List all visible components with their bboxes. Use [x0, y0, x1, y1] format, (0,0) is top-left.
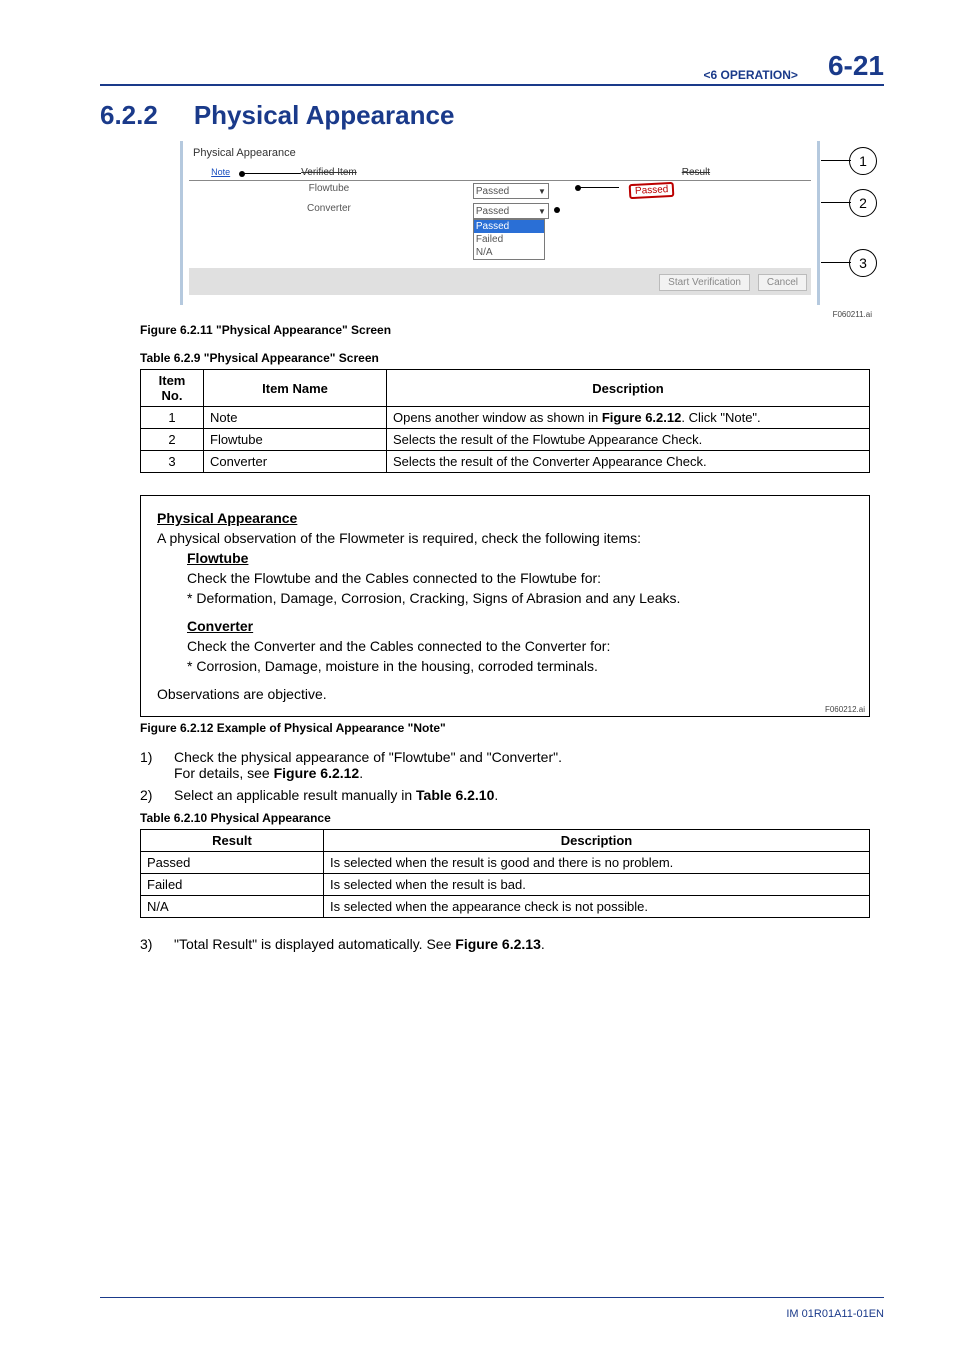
text: . [541, 936, 545, 952]
note-conv-line1: Check the Converter and the Cables conne… [187, 638, 853, 654]
section-number: 6.2.2 [100, 100, 158, 131]
flowtube-result-combo[interactable]: Passed ▼ [473, 183, 549, 199]
cell: Converter [204, 451, 387, 473]
note-box: Physical Appearance A physical observati… [140, 495, 870, 717]
note-title: Physical Appearance [157, 510, 297, 526]
note-conv-heading: Converter [187, 618, 253, 634]
section-path: <6 OPERATION> [703, 68, 797, 82]
text: Opens another window as shown in [393, 410, 602, 425]
step-1: 1) Check the physical appearance of "Flo… [140, 749, 884, 781]
screenshot-table: Note Verified Item Result Flowtube Passe… [189, 165, 811, 262]
chevron-down-icon: ▼ [538, 187, 546, 196]
table-row: 3 Converter Selects the result of the Co… [141, 451, 870, 473]
text: . [359, 765, 363, 781]
cell: Is selected when the result is good and … [324, 852, 870, 874]
cancel-button[interactable]: Cancel [758, 274, 807, 291]
th-description: Description [387, 370, 870, 407]
table-row: N/A Is selected when the appearance chec… [141, 896, 870, 918]
cell: Passed [141, 852, 324, 874]
page-header: <6 OPERATION> 6-21 [100, 50, 884, 86]
th-item-name: Item Name [204, 370, 387, 407]
table-6-2-9: Item No. Item Name Description 1 Note Op… [140, 369, 870, 473]
figure-caption-2: Figure 6.2.12 Example of Physical Appear… [140, 721, 884, 735]
cell: Opens another window as shown in Figure … [387, 407, 870, 429]
start-verification-button[interactable]: Start Verification [659, 274, 750, 291]
text: . [494, 787, 498, 803]
cell: 1 [141, 407, 204, 429]
dropdown-option[interactable]: Failed [474, 233, 544, 246]
cell: Is selected when the result is bad. [324, 874, 870, 896]
result-badge: Passed [628, 182, 674, 199]
screenshot-button-bar: Start Verification Cancel [189, 268, 811, 295]
note-link[interactable]: Note [211, 167, 230, 177]
figure-file-tag: F060212.ai [825, 705, 865, 714]
table-row: 2 Flowtube Selects the result of the Flo… [141, 429, 870, 451]
callout-3: 3 [849, 249, 877, 277]
cell: Selects the result of the Converter Appe… [387, 451, 870, 473]
table-row: 1 Note Opens another window as shown in … [141, 407, 870, 429]
section-heading: 6.2.2 Physical Appearance [100, 100, 884, 131]
th-result: Result [141, 830, 324, 852]
text: Check the physical appearance of "Flowtu… [174, 749, 562, 765]
col-result: Result [682, 167, 710, 178]
cell: N/A [141, 896, 324, 918]
row-flowtube-label: Flowtube [189, 181, 469, 202]
th-item-no: Item No. [141, 370, 204, 407]
note-flow-line2: * Deformation, Damage, Corrosion, Cracki… [187, 590, 853, 606]
cell: Note [204, 407, 387, 429]
combo-value: Passed [476, 206, 509, 217]
row-converter-label: Converter [189, 201, 469, 262]
section-title: Physical Appearance [194, 100, 455, 131]
text: "Total Result" is displayed automaticall… [174, 936, 455, 952]
text: Select an applicable result manually in [174, 787, 416, 803]
note-observation: Observations are objective. [157, 686, 853, 702]
step-2: 2) Select an applicable result manually … [140, 787, 884, 803]
panel-title: Physical Appearance [193, 147, 811, 159]
footer-rule [100, 1297, 884, 1298]
th-description: Description [324, 830, 870, 852]
cell: Failed [141, 874, 324, 896]
col-verified-item: Verified Item [301, 167, 357, 178]
note-intro: A physical observation of the Flowmeter … [157, 530, 853, 546]
text-bold: Figure 6.2.12 [602, 410, 681, 425]
combo-value: Passed [476, 186, 509, 197]
table-caption-1: Table 6.2.9 "Physical Appearance" Screen [140, 351, 884, 365]
document-id: IM 01R01A11-01EN [786, 1308, 884, 1320]
callout-2: 2 [849, 189, 877, 217]
cell: 3 [141, 451, 204, 473]
step-number: 1) [140, 749, 160, 781]
page-number: 6-21 [828, 50, 884, 82]
converter-result-combo[interactable]: Passed ▼ [473, 203, 549, 219]
figure-file-tag: F060211.ai [833, 310, 872, 319]
figure-caption-1: Figure 6.2.11 "Physical Appearance" Scre… [140, 323, 884, 337]
chevron-down-icon: ▼ [538, 207, 546, 216]
note-flow-heading: Flowtube [187, 550, 248, 566]
step-number: 3) [140, 936, 160, 952]
dropdown-option[interactable]: Passed [474, 220, 544, 233]
screenshot-panel: Physical Appearance Note Verified Item R… [180, 141, 820, 305]
table-row: Failed Is selected when the result is ba… [141, 874, 870, 896]
cell: 2 [141, 429, 204, 451]
text: . Click "Note". [681, 410, 760, 425]
note-flow-line1: Check the Flowtube and the Cables connec… [187, 570, 853, 586]
cell: Selects the result of the Flowtube Appea… [387, 429, 870, 451]
table-caption-2: Table 6.2.10 Physical Appearance [140, 811, 884, 825]
text-bold: Table 6.2.10 [416, 787, 494, 803]
step-number: 2) [140, 787, 160, 803]
step-3: 3) "Total Result" is displayed automatic… [140, 936, 884, 952]
text-bold: Figure 6.2.12 [274, 765, 360, 781]
cell: Flowtube [204, 429, 387, 451]
dropdown-option[interactable]: N/A [474, 246, 544, 259]
note-conv-line2: * Corrosion, Damage, moisture in the hou… [187, 658, 853, 674]
table-6-2-10: Result Description Passed Is selected wh… [140, 829, 870, 918]
converter-dropdown-list[interactable]: Passed Failed N/A [473, 219, 545, 260]
table-row: Passed Is selected when the result is go… [141, 852, 870, 874]
text: For details, see [174, 765, 274, 781]
callout-1: 1 [849, 147, 877, 175]
cell: Is selected when the appearance check is… [324, 896, 870, 918]
text-bold: Figure 6.2.13 [455, 936, 541, 952]
